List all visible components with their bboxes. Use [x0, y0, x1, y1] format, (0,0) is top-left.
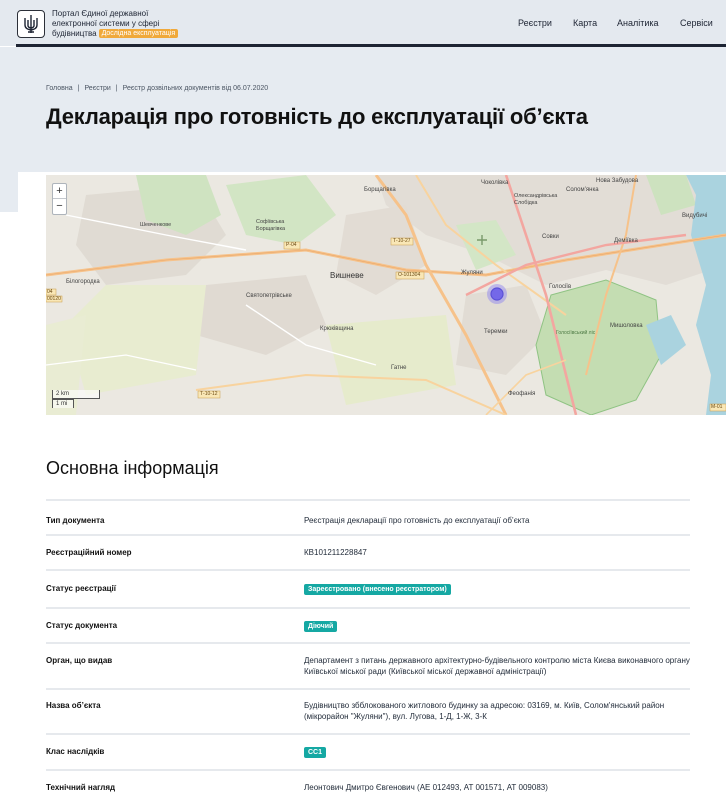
info-value: КВ101211228847	[304, 548, 367, 557]
map-label: Чоколівка	[481, 180, 509, 186]
info-row-issuer: Орган, що видав Департамент з питань дер…	[46, 644, 690, 690]
info-label: Тип документа	[46, 516, 105, 525]
map-label: Олександрівська Слобідка	[514, 193, 558, 206]
map-label: Видубичі	[682, 213, 708, 219]
portal-brand[interactable]: Портал Єдиної державної електронної сист…	[52, 9, 202, 39]
info-value: Будівництво збблокованого житлового буди…	[304, 701, 665, 721]
info-label: Назва об’єкта	[46, 701, 101, 710]
info-label: Статус документа	[46, 621, 118, 630]
zoom-out-button[interactable]: −	[53, 199, 66, 214]
hero-tab-decoration	[0, 172, 18, 212]
map-label: Деміївка	[614, 238, 638, 244]
nav-map[interactable]: Карта	[573, 18, 597, 28]
map-label: Голосіїв	[549, 284, 572, 290]
class-badge: СС1	[304, 747, 327, 758]
info-label: Клас наслідків	[46, 747, 105, 756]
brand-line-1: Портал Єдиної державної	[52, 9, 149, 18]
info-row-doc-type: Тип документа Реєстрація декларації про …	[46, 501, 690, 536]
map-label: Соломʼянка	[566, 187, 599, 193]
breadcrumb-separator: |	[77, 85, 80, 92]
info-value: Реєстрація декларації про готовність до …	[304, 516, 530, 525]
map-label: Шевченкове	[140, 222, 172, 228]
breadcrumb-separator: |	[115, 85, 118, 92]
scale-km: 2 km	[52, 390, 100, 399]
info-label: Реєстраційний номер	[46, 548, 132, 557]
road-label: 00120	[47, 296, 61, 302]
location-map[interactable]: Борщагівка Софіївська Борщагівка Чоколів…	[46, 175, 726, 415]
status-badge: Діючий	[304, 621, 338, 632]
section-title-main-info: Основна інформація	[46, 458, 219, 478]
info-table: Тип документа Реєстрація декларації про …	[46, 499, 690, 798]
map-label: Борщагівка	[364, 187, 396, 193]
trident-logo-icon[interactable]	[17, 10, 45, 38]
road-label: М-01	[711, 404, 723, 410]
info-row-reg-number: Реєстраційний номер КВ101211228847	[46, 536, 690, 571]
map-scale: 2 km 1 mi	[52, 390, 100, 408]
map-label: Теремки	[484, 329, 508, 335]
map-label: Святопетрівське	[246, 293, 292, 299]
map-label: Нова Забудова	[596, 178, 639, 184]
scale-mi: 1 mi	[52, 399, 74, 408]
map-label: Білогородка	[66, 279, 100, 285]
info-row-tech-supervision: Технічний нагляд Леонтович Дмитро Євгено…	[46, 771, 690, 798]
zoom-in-button[interactable]: +	[53, 184, 66, 199]
map-label: Совки	[542, 234, 559, 240]
map-zoom-control: + −	[52, 183, 67, 215]
map-label: Гатне	[391, 365, 407, 371]
info-value: Леонтович Дмитро Євгенович (АЕ 012493, А…	[304, 783, 548, 792]
road-label: Т-10-27	[393, 238, 411, 244]
map-label: Крюківщина	[320, 326, 354, 332]
map-label: Голосіївський ліс	[556, 330, 596, 336]
road-label: Р-04	[286, 242, 297, 248]
map-label: Софіївська Борщагівка	[256, 219, 286, 232]
map-label: Жуляни	[461, 270, 483, 276]
brand-line-2: електронної системи у сфері	[52, 19, 160, 28]
info-row-consequence-class: Клас наслідків СС1	[46, 735, 690, 771]
map-label: Феофанія	[508, 391, 536, 397]
breadcrumb-home[interactable]: Головна	[46, 85, 73, 92]
map-label: Вишневе	[330, 271, 364, 280]
breadcrumb-registries[interactable]: Реєстри	[84, 85, 110, 92]
map-tiles	[46, 175, 726, 415]
breadcrumb: Головна | Реєстри | Реєстр дозвільних до…	[46, 85, 268, 92]
beta-badge: Дослідна експлуатація	[98, 29, 179, 38]
brand-line-3: будівництва	[52, 29, 97, 38]
road-label: Т-10-12	[200, 391, 218, 397]
road-label: О-101304	[398, 272, 421, 278]
info-label: Технічний нагляд	[46, 783, 116, 792]
info-row-reg-status: Статус реєстрації Зареєстровано (внесено…	[46, 571, 690, 609]
info-row-object-name: Назва об’єкта Будівництво збблокованого …	[46, 690, 690, 735]
road-label: 04	[47, 289, 53, 295]
nav-services[interactable]: Сервіси	[680, 18, 713, 28]
info-label: Орган, що видав	[46, 656, 113, 665]
info-value: Департамент з питань державного архітект…	[304, 656, 690, 676]
nav-registries[interactable]: Реєстри	[518, 18, 552, 28]
map-label: Мишоловка	[610, 323, 643, 329]
info-row-doc-status: Статус документа Діючий	[46, 609, 690, 644]
nav-analytics[interactable]: Аналітика	[617, 18, 659, 28]
info-label: Статус реєстрації	[46, 584, 117, 593]
status-badge: Зареєстровано (внесено реєстратором)	[304, 584, 451, 595]
site-header: Портал Єдиної державної електронної сист…	[0, 0, 726, 46]
breadcrumb-permit-registry[interactable]: Реєстр дозвільних документів від 06.07.2…	[123, 85, 269, 92]
page-title: Декларація про готовність до експлуатаці…	[46, 104, 588, 129]
